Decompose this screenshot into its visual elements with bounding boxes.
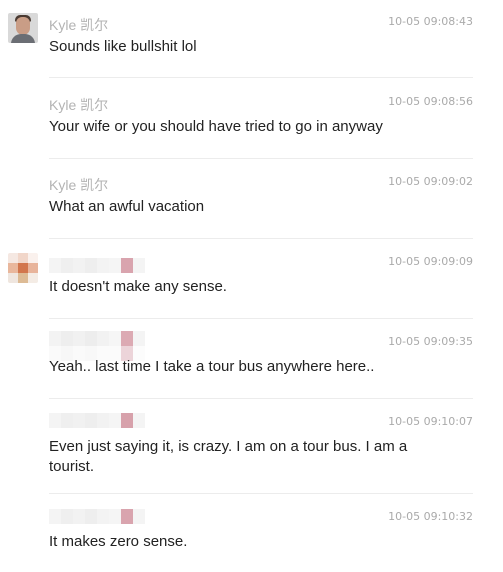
pixelated-avatar <box>8 253 38 283</box>
message-divider <box>49 238 473 239</box>
message-divider <box>49 158 473 159</box>
sender-name[interactable]: Kyle 凯尔 <box>49 15 108 35</box>
chat-history: Kyle 凯尔 10-05 09:08:43 Sounds like bulls… <box>0 0 503 572</box>
message-divider <box>49 318 473 319</box>
message-divider <box>49 77 473 78</box>
message-text: What an awful vacation <box>49 198 205 215</box>
message-text: It makes zero sense. <box>49 533 188 550</box>
sender-name[interactable]: Kyle 凯尔 <box>49 175 108 195</box>
sender-name-redacted[interactable] <box>49 413 145 428</box>
message-timestamp: 10-05 09:08:56 <box>388 95 473 108</box>
avatar-face <box>16 17 30 35</box>
message-text: Even just saying it, is crazy. I am on a… <box>49 438 408 475</box>
sender-name-redacted[interactable] <box>49 509 145 524</box>
message-divider <box>49 493 473 494</box>
sender-name[interactable]: Kyle 凯尔 <box>49 95 108 115</box>
avatar[interactable] <box>8 253 38 283</box>
avatar-shoulders <box>11 34 35 43</box>
message-timestamp: 10-05 09:09:02 <box>388 175 473 188</box>
message-timestamp: 10-05 09:10:32 <box>388 510 473 523</box>
message-text: Yeah.. last time I take a tour bus anywh… <box>49 358 375 375</box>
sender-name-redacted[interactable] <box>49 331 145 346</box>
message-divider <box>49 398 473 399</box>
message-timestamp: 10-05 09:09:35 <box>388 335 473 348</box>
avatar[interactable] <box>8 13 38 43</box>
sender-name-redacted[interactable] <box>49 258 145 273</box>
message-text: Sounds like bullshit lol <box>49 38 197 55</box>
message-timestamp: 10-05 09:08:43 <box>388 15 473 28</box>
message-timestamp: 10-05 09:09:09 <box>388 255 473 268</box>
message-text: Your wife or you should have tried to go… <box>49 118 383 135</box>
message-text: It doesn't make any sense. <box>49 278 227 295</box>
message-timestamp: 10-05 09:10:07 <box>388 415 473 428</box>
